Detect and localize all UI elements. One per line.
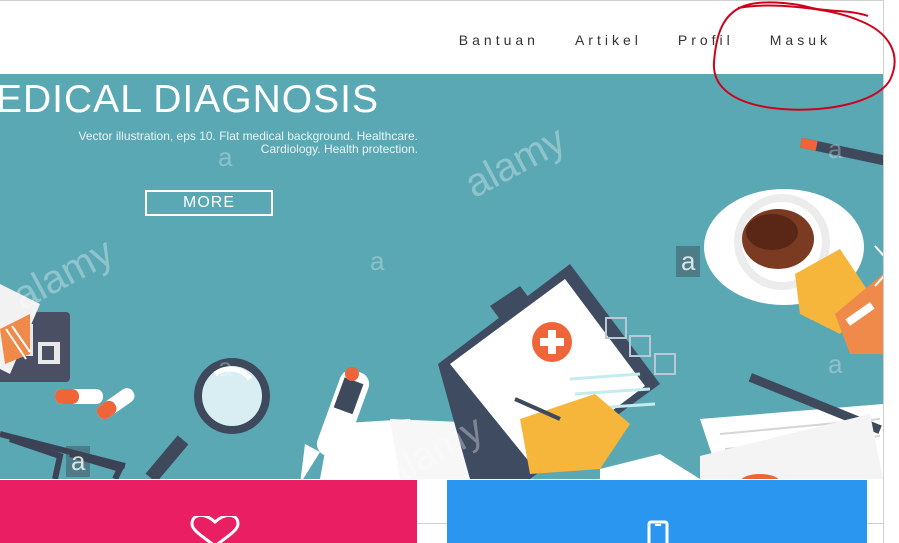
watermark-letter: a — [370, 246, 385, 276]
nav-masuk[interactable]: Masuk — [770, 32, 831, 48]
mobile-phone-icon — [647, 520, 669, 543]
pills-illustration — [55, 388, 135, 420]
nav-artikel[interactable]: Artikel — [575, 32, 642, 48]
magnifier-illustration — [145, 358, 270, 479]
nav-profil[interactable]: Profil — [678, 32, 734, 48]
top-navbar: Bantuan Artikel Profil Masuk — [0, 1, 883, 74]
feature-card-health[interactable] — [0, 480, 417, 543]
watermark-letter: a — [218, 352, 233, 382]
main-nav: Bantuan Artikel Profil Masuk — [459, 32, 831, 48]
watermark-letter: a — [828, 349, 843, 379]
glasses-illustration — [0, 431, 126, 479]
nav-bantuan[interactable]: Bantuan — [459, 32, 539, 48]
browser-frame: Bantuan Artikel Profil Masuk alamy alamy… — [0, 0, 884, 543]
watermark-letter: a — [828, 134, 843, 164]
section-divider — [867, 523, 883, 524]
more-button[interactable]: MORE — [145, 190, 273, 216]
watermark-letter: a — [66, 446, 91, 477]
hero-title: EDICAL DIAGNOSIS — [0, 78, 379, 121]
hero-banner: alamy alamy alamy a a a a a a a EDICAL D… — [0, 74, 883, 479]
heart-outline-icon — [190, 516, 240, 543]
section-divider — [417, 523, 447, 524]
watermark-letter: a — [676, 246, 701, 277]
hero-subtitle-line: Cardiology. Health protection. — [260, 142, 418, 156]
hero-subtitle: Vector illustration, eps 10. Flat medica… — [0, 130, 418, 156]
feature-card-mobile[interactable] — [447, 480, 867, 543]
